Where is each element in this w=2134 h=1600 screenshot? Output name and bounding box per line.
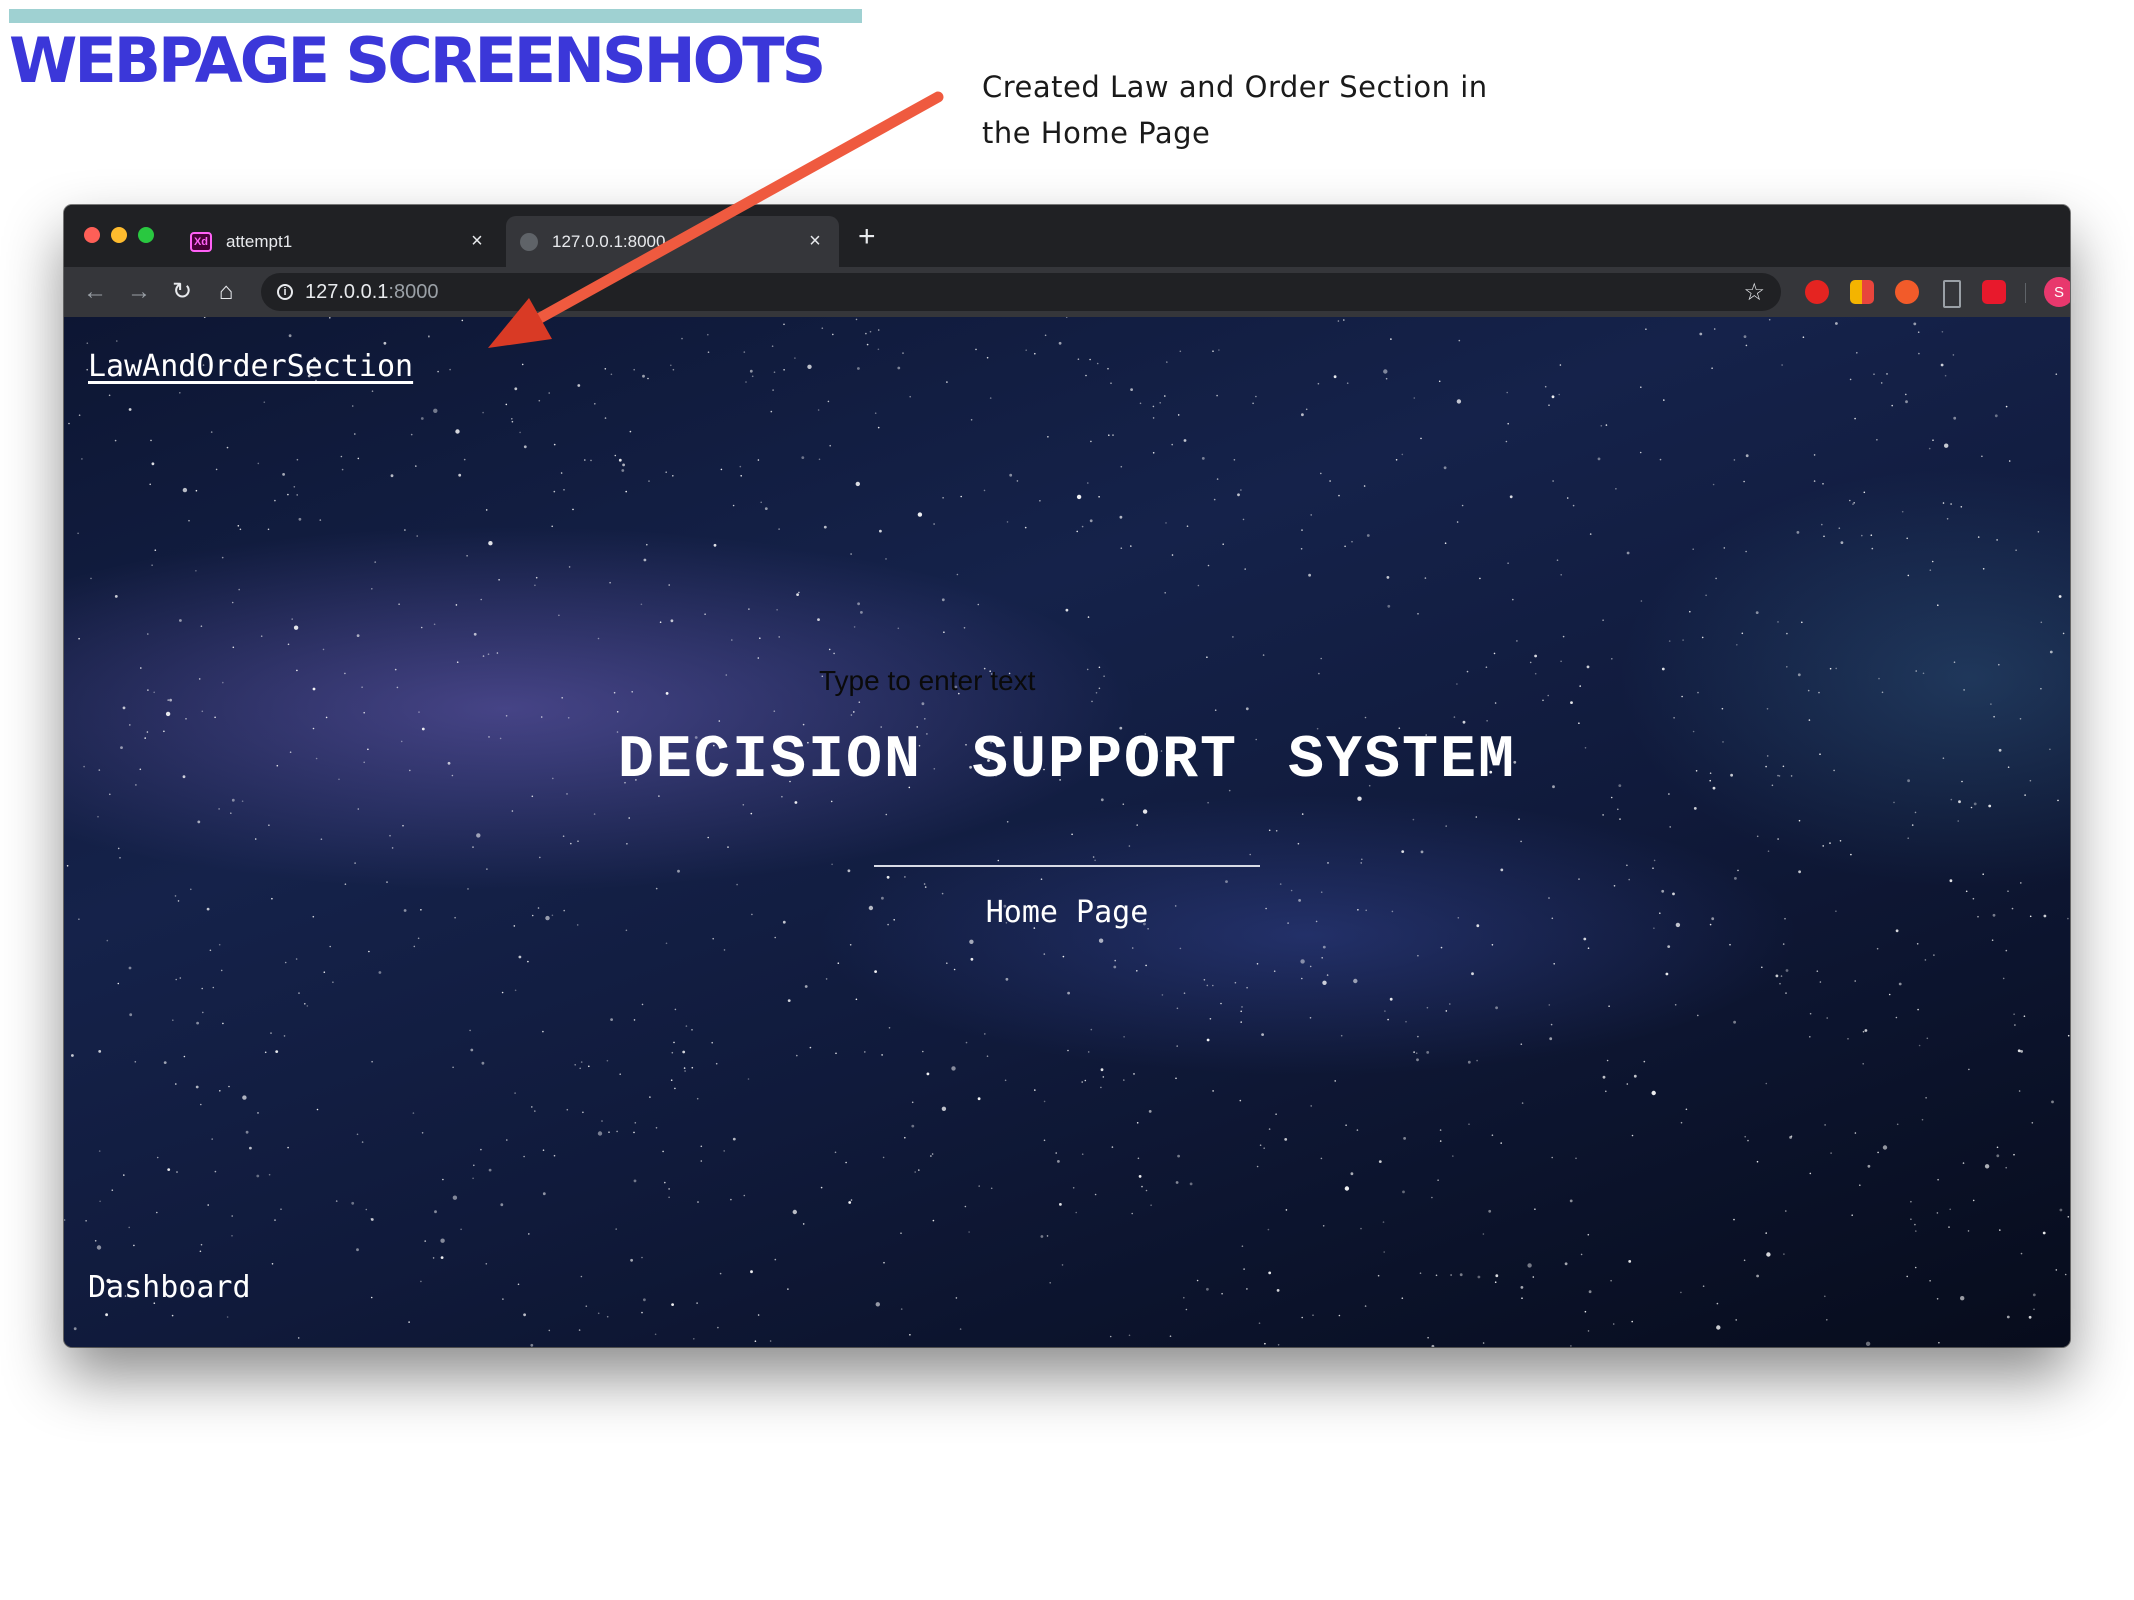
back-arrow-icon[interactable]: ← xyxy=(80,277,110,307)
dashboard-link[interactable]: Dashboard xyxy=(88,1270,251,1305)
address-bar[interactable]: i 127.0.0.1 :8000 ☆ xyxy=(261,273,1781,311)
law-and-order-link[interactable]: LawAndOrderSection xyxy=(88,349,413,384)
header-rule xyxy=(9,9,862,23)
new-tab-plus-icon[interactable]: + xyxy=(858,222,876,252)
browser-window: Xd attempt1 × 127.0.0.1:8000 × + ← → ↻ ⌂… xyxy=(64,205,2070,1347)
tab-attempt1[interactable]: Xd attempt1 × xyxy=(176,216,501,267)
text-placeholder[interactable]: Type to enter text xyxy=(819,665,1035,697)
url-port: :8000 xyxy=(388,280,439,303)
annotation-note: Created Law and Order Section in the Hom… xyxy=(982,64,1542,156)
maximize-window-button[interactable] xyxy=(138,227,154,243)
annotation-line-2: the Home Page xyxy=(982,116,1211,150)
toolbar-divider xyxy=(2025,283,2026,303)
reload-icon[interactable]: ↻ xyxy=(167,277,197,307)
close-window-button[interactable] xyxy=(84,227,100,243)
url-host: 127.0.0.1 xyxy=(305,280,389,303)
forward-arrow-icon[interactable]: → xyxy=(124,277,154,307)
annotation-line-1: Created Law and Order Section in xyxy=(982,70,1488,104)
browser-toolbar: ← → ↻ ⌂ i 127.0.0.1 :8000 ☆ S ⋮ xyxy=(64,267,2070,317)
profile-avatar[interactable]: S xyxy=(2044,277,2070,307)
adobe-xd-icon: Xd xyxy=(190,231,212,252)
page-viewport: LawAndOrderSection Type to enter text DE… xyxy=(64,317,2070,1347)
info-icon[interactable]: i xyxy=(277,284,293,300)
colorful-ext-icon[interactable] xyxy=(1850,280,1874,304)
tab-title: attempt1 xyxy=(226,231,293,251)
minimize-window-button[interactable] xyxy=(111,227,127,243)
bookmark-star-icon[interactable]: ☆ xyxy=(1743,278,1765,307)
adblock-icon[interactable] xyxy=(1805,280,1829,304)
tab-title: 127.0.0.1:8000 xyxy=(552,231,666,251)
close-icon[interactable]: × xyxy=(805,230,825,253)
starfield-background xyxy=(64,317,2070,1347)
tab-strip: Xd attempt1 × 127.0.0.1:8000 × + xyxy=(64,205,2070,267)
hero-title: DECISION SUPPORT SYSTEM xyxy=(617,727,1517,795)
orange-ext-icon[interactable] xyxy=(1895,280,1919,304)
globe-icon xyxy=(520,232,538,251)
slide-title: WEBPAGE SCREENSHOTS xyxy=(9,24,826,97)
home-icon[interactable]: ⌂ xyxy=(211,277,241,307)
close-icon[interactable]: × xyxy=(467,230,487,253)
red-ext-icon[interactable] xyxy=(1982,280,2006,304)
bookmark-ext-icon[interactable] xyxy=(1943,280,1961,308)
hero-divider xyxy=(874,865,1260,867)
tab-localhost[interactable]: 127.0.0.1:8000 × xyxy=(506,216,839,267)
hero-subtitle: Home Page xyxy=(985,895,1149,930)
